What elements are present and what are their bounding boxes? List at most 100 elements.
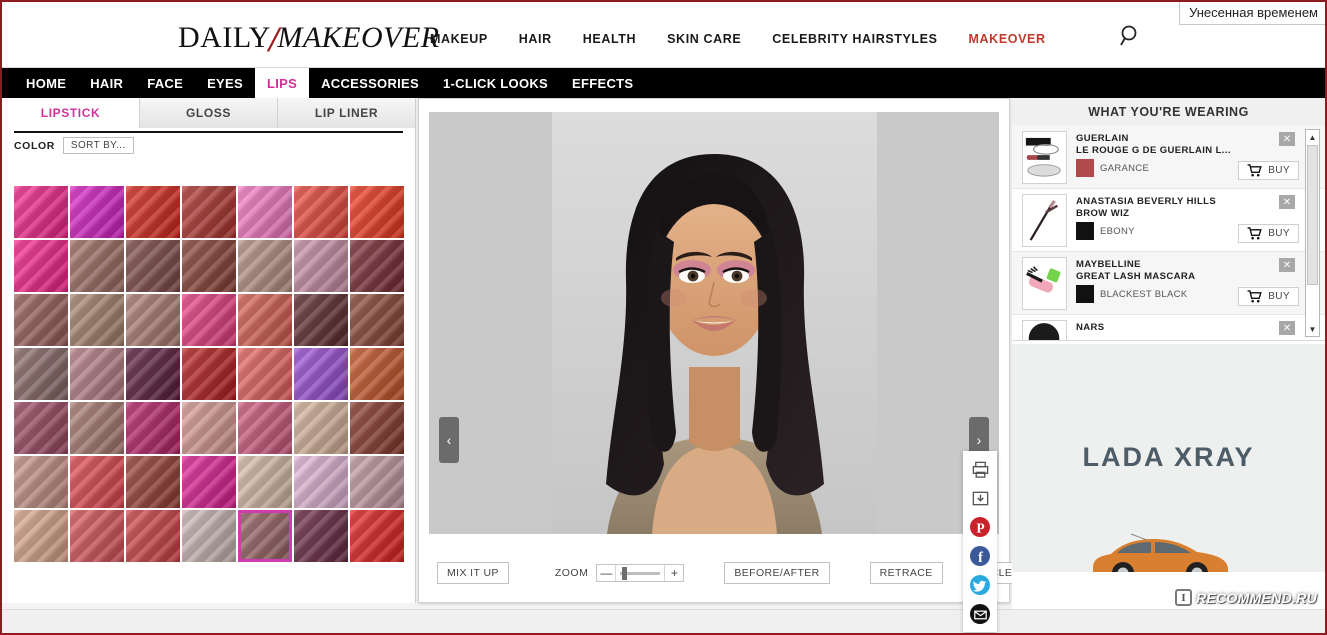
color-swatch[interactable]: [14, 348, 68, 400]
top-nav-health[interactable]: HEALTH: [583, 32, 636, 46]
print-icon[interactable]: [970, 459, 990, 479]
zoom-plus-button[interactable]: +: [664, 565, 683, 581]
zoom-slider[interactable]: — +: [596, 564, 685, 582]
color-swatch[interactable]: [238, 456, 292, 508]
wyw-remove-icon[interactable]: ✕: [1279, 195, 1295, 209]
save-icon[interactable]: [970, 488, 990, 508]
zoom-track[interactable]: [616, 565, 664, 581]
color-swatch[interactable]: [126, 240, 180, 292]
wyw-item-guerlain[interactable]: GUERLAIN LE ROUGE G DE GUERLAIN L... GAR…: [1012, 126, 1325, 189]
color-swatch[interactable]: [182, 402, 236, 454]
color-swatch[interactable]: [350, 348, 404, 400]
app-nav-lips[interactable]: LIPS: [254, 68, 310, 98]
color-swatch[interactable]: [294, 294, 348, 346]
advertisement[interactable]: LADA XRAY I RECOMMEND.RU: [1012, 344, 1325, 614]
pinterest-icon[interactable]: P: [970, 517, 990, 537]
wyw-scroll-up-button[interactable]: ▲: [1306, 130, 1319, 144]
wyw-remove-icon[interactable]: ✕: [1279, 321, 1295, 335]
prev-look-arrow[interactable]: ‹: [439, 417, 459, 463]
color-swatch[interactable]: [182, 348, 236, 400]
tab-lipstick[interactable]: LIPSTICK: [2, 98, 140, 128]
color-swatch[interactable]: [182, 456, 236, 508]
color-swatch[interactable]: [238, 402, 292, 454]
wyw-scroll-down-button[interactable]: ▼: [1306, 322, 1319, 336]
color-swatch[interactable]: [70, 402, 124, 454]
color-swatch[interactable]: [14, 510, 68, 562]
color-swatch[interactable]: [350, 294, 404, 346]
wyw-item-maybelline[interactable]: MAYBELLINE GREAT LASH MASCARA BLACKEST B…: [1012, 252, 1325, 315]
color-swatch[interactable]: [238, 348, 292, 400]
color-swatch[interactable]: [70, 240, 124, 292]
color-swatch[interactable]: [14, 186, 68, 238]
facebook-icon[interactable]: f: [970, 546, 990, 566]
color-swatch[interactable]: [238, 186, 292, 238]
color-swatch[interactable]: [126, 348, 180, 400]
color-swatch[interactable]: [350, 402, 404, 454]
color-swatch[interactable]: [14, 456, 68, 508]
app-nav-accessories[interactable]: ACCESSORIES: [309, 68, 431, 98]
color-swatch[interactable]: [238, 294, 292, 346]
color-swatch[interactable]: [238, 240, 292, 292]
top-nav-celebrity-hairstyles[interactable]: CELEBRITY HAIRSTYLES: [772, 32, 937, 46]
color-swatch[interactable]: [294, 402, 348, 454]
tab-gloss[interactable]: GLOSS: [140, 98, 278, 128]
color-swatch[interactable]: [70, 510, 124, 562]
color-swatch[interactable]: [14, 240, 68, 292]
email-icon[interactable]: [970, 604, 990, 624]
color-swatch[interactable]: [350, 240, 404, 292]
wyw-scroll-thumb[interactable]: [1307, 145, 1318, 285]
wyw-item-nars[interactable]: NARS ✕: [1012, 315, 1325, 340]
app-nav-effects[interactable]: EFFECTS: [560, 68, 645, 98]
zoom-minus-button[interactable]: —: [597, 565, 617, 581]
top-nav-makeup[interactable]: MAKEUP: [430, 32, 488, 46]
color-swatch[interactable]: [294, 510, 348, 562]
color-swatch[interactable]: [182, 186, 236, 238]
color-swatch[interactable]: [182, 510, 236, 562]
color-swatch[interactable]: [126, 456, 180, 508]
color-swatch[interactable]: [294, 348, 348, 400]
color-swatch[interactable]: [70, 294, 124, 346]
wyw-remove-icon[interactable]: ✕: [1279, 258, 1295, 272]
top-nav-makeover[interactable]: MAKEOVER: [969, 32, 1046, 46]
tab-lip-liner[interactable]: LIP LINER: [278, 98, 415, 128]
color-swatch[interactable]: [294, 240, 348, 292]
color-swatch[interactable]: [14, 294, 68, 346]
top-nav-hair[interactable]: HAIR: [519, 32, 552, 46]
color-swatch[interactable]: [182, 294, 236, 346]
color-swatch[interactable]: [294, 186, 348, 238]
color-swatch[interactable]: [14, 402, 68, 454]
app-nav-face[interactable]: FACE: [135, 68, 195, 98]
app-nav-eyes[interactable]: EYES: [195, 68, 255, 98]
mix-it-up-button[interactable]: MIX IT UP: [437, 562, 509, 584]
app-nav-hair[interactable]: HAIR: [78, 68, 135, 98]
color-swatch[interactable]: [126, 510, 180, 562]
wyw-remove-icon[interactable]: ✕: [1279, 132, 1295, 146]
color-swatch[interactable]: [350, 186, 404, 238]
wyw-item-anastasia[interactable]: ANASTASIA BEVERLY HILLS BROW WIZ EBONY ✕…: [1012, 189, 1325, 252]
model-photo[interactable]: [552, 112, 877, 534]
color-swatch[interactable]: [238, 510, 292, 562]
color-swatch[interactable]: [70, 348, 124, 400]
retrace-button[interactable]: RETRACE: [869, 562, 943, 584]
color-swatch[interactable]: [126, 402, 180, 454]
color-swatch[interactable]: [70, 456, 124, 508]
color-swatch-grid[interactable]: [14, 186, 404, 623]
wyw-buy-button[interactable]: BUY: [1238, 224, 1299, 243]
app-nav-home[interactable]: HOME: [14, 68, 78, 98]
color-swatch[interactable]: [294, 456, 348, 508]
top-nav-skin-care[interactable]: SKIN CARE: [667, 32, 741, 46]
twitter-icon[interactable]: [970, 575, 990, 595]
zoom-thumb[interactable]: [621, 567, 627, 580]
color-swatch[interactable]: [182, 240, 236, 292]
app-nav-1-click-looks[interactable]: 1-CLICK LOOKS: [431, 68, 560, 98]
before-after-button[interactable]: BEFORE/AFTER: [724, 562, 830, 584]
color-swatch[interactable]: [126, 186, 180, 238]
wyw-buy-button[interactable]: BUY: [1238, 287, 1299, 306]
sort-by-button[interactable]: SORT BY...: [62, 137, 134, 154]
color-swatch[interactable]: [350, 456, 404, 508]
viewer-stage[interactable]: ‹ ›: [429, 112, 999, 534]
color-swatch[interactable]: [350, 510, 404, 562]
wyw-buy-button[interactable]: BUY: [1238, 161, 1299, 180]
search-icon[interactable]: [1115, 22, 1145, 52]
wyw-scrollbar[interactable]: ▲ ▼: [1305, 129, 1320, 337]
